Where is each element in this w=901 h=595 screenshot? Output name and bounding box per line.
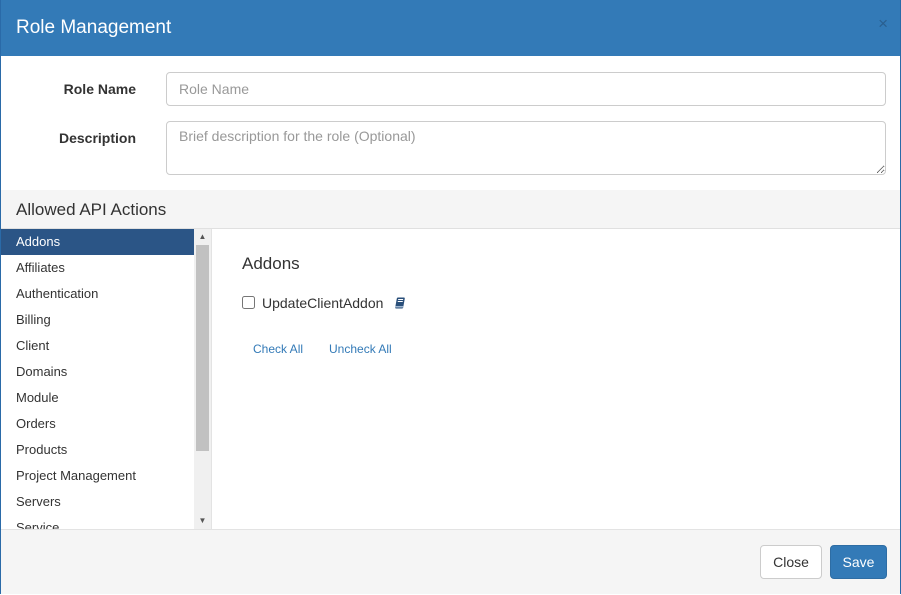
api-action-checkbox[interactable] [242, 296, 255, 309]
category-item-billing[interactable]: Billing [1, 307, 194, 333]
category-item-addons[interactable]: Addons [1, 229, 194, 255]
allowed-api-actions-header: Allowed API Actions [1, 190, 900, 229]
category-detail-title: Addons [242, 254, 300, 273]
check-all-link[interactable]: Check All [253, 342, 303, 356]
category-item-client[interactable]: Client [1, 333, 194, 359]
scroll-thumb[interactable] [196, 245, 209, 451]
api-category-list: Addons Affiliates Authentication Billing Cli… [1, 229, 194, 529]
role-name-label: Role Name [63, 81, 136, 97]
scroll-up-arrow-icon[interactable]: ▲ [194, 229, 211, 244]
modal-title: Role Management [16, 17, 172, 38]
scroll-down-arrow-icon[interactable]: ▼ [194, 513, 211, 528]
category-item-module[interactable]: Module [1, 385, 194, 411]
category-scrollbar[interactable]: ▲ ▼ [194, 229, 212, 529]
api-action-label[interactable]: UpdateClientAddon [262, 295, 383, 311]
save-button[interactable]: Save [830, 545, 887, 579]
role-name-input[interactable] [166, 72, 886, 106]
book-icon[interactable] [394, 297, 406, 309]
description-label: Description [58, 130, 136, 146]
close-button[interactable]: Close [760, 545, 822, 579]
category-item-orders[interactable]: Orders [1, 411, 194, 437]
category-detail-panel: Addons UpdateClientAddon Check All Unche… [212, 229, 900, 529]
category-item-affiliates[interactable]: Affiliates [1, 255, 194, 281]
category-item-authentication[interactable]: Authentication [1, 281, 194, 307]
close-icon[interactable]: × [878, 15, 888, 33]
category-item-project-management[interactable]: Project Management [1, 463, 194, 489]
category-item-products[interactable]: Products [1, 437, 194, 463]
description-textarea[interactable] [166, 121, 886, 175]
modal-header: Role Management × [1, 0, 900, 56]
category-item-domains[interactable]: Domains [1, 359, 194, 385]
uncheck-all-link[interactable]: Uncheck All [329, 342, 392, 356]
role-management-modal: Role Management × Role Name Description … [0, 0, 901, 594]
category-item-service[interactable]: Service [1, 515, 194, 529]
category-item-servers[interactable]: Servers [1, 489, 194, 515]
modal-footer: Close Save [1, 529, 900, 594]
section-title: Allowed API Actions [16, 200, 167, 219]
